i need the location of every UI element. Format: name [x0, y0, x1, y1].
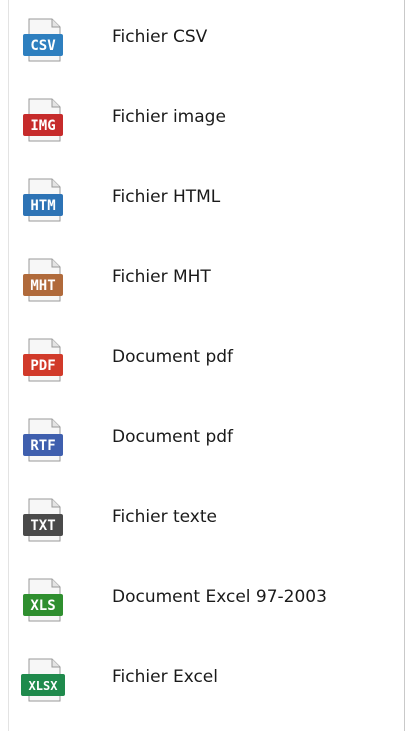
menu-item-csv[interactable]: CSV Fichier CSV — [0, 0, 405, 80]
menu-item-txt[interactable]: TXT Fichier texte — [0, 480, 405, 560]
menu-item-mht[interactable]: MHT Fichier MHT — [0, 240, 405, 320]
badge-text: HTM — [30, 198, 55, 214]
menu-item-html[interactable]: HTM Fichier HTML — [0, 160, 405, 240]
txt-file-icon: TXT — [20, 497, 66, 543]
badge-text: TXT — [30, 518, 55, 534]
menu-item-label: Fichier texte — [112, 507, 217, 527]
badge-text: IMG — [30, 118, 55, 134]
menu-item-label: Fichier HTML — [112, 187, 221, 207]
menu-item-label: Fichier CSV — [112, 27, 208, 47]
menu-item-label: Fichier MHT — [112, 267, 211, 287]
badge-text: XLS — [30, 598, 55, 614]
badge-text: PDF — [30, 358, 55, 374]
menu-item-image[interactable]: IMG Fichier image — [0, 80, 405, 160]
badge-text: XLSX — [29, 679, 59, 693]
menu-item-rtf[interactable]: RTF Document pdf — [0, 400, 405, 480]
xlsx-file-icon: XLSX — [20, 657, 66, 703]
menu-item-label: Document Excel 97-2003 — [112, 587, 327, 607]
csv-file-icon: CSV — [20, 17, 66, 63]
menu-item-label: Document pdf — [112, 347, 234, 367]
export-format-menu: CSV Fichier CSV IMG Fichier image HTM Fi… — [0, 0, 405, 731]
menu-item-label: Fichier Excel — [112, 667, 218, 687]
badge-text: MHT — [30, 278, 55, 294]
menu-item-label: Fichier image — [112, 107, 226, 127]
xls-file-icon: XLS — [20, 577, 66, 623]
image-file-icon: IMG — [20, 97, 66, 143]
menu-item-xlsx[interactable]: XLSX Fichier Excel — [0, 640, 405, 720]
rtf-file-icon: RTF — [20, 417, 66, 463]
html-file-icon: HTM — [20, 177, 66, 223]
menu-item-pdf[interactable]: PDF Document pdf — [0, 320, 405, 400]
menu-item-label: Document pdf — [112, 427, 234, 447]
menu-item-xls[interactable]: XLS Document Excel 97-2003 — [0, 560, 405, 640]
badge-text: CSV — [30, 38, 56, 54]
badge-text: RTF — [30, 438, 55, 454]
pdf-file-icon: PDF — [20, 337, 66, 383]
mht-file-icon: MHT — [20, 257, 66, 303]
